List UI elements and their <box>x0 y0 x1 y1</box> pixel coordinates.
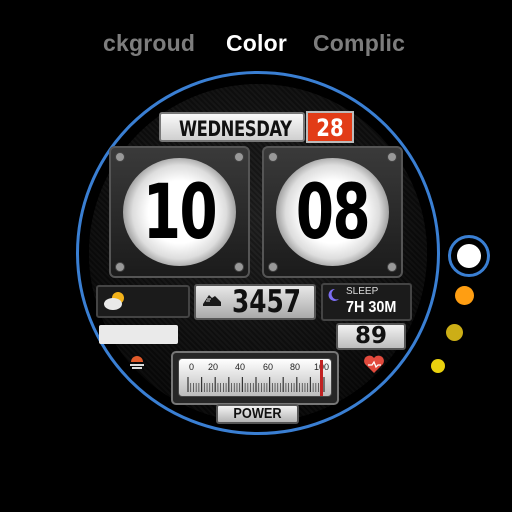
screw-icon <box>115 152 125 162</box>
color-swatch-gold[interactable] <box>446 324 463 341</box>
sleep-duration: 7H 30M <box>346 299 397 316</box>
screw-icon <box>268 152 278 162</box>
date-box: 28 <box>306 111 354 143</box>
date-number: 28 <box>316 114 344 142</box>
screw-icon <box>387 152 397 162</box>
sunset-icon <box>130 356 144 369</box>
tab-background[interactable]: ckgroud <box>103 30 195 57</box>
minute-dial: 08 <box>276 158 389 266</box>
heart-icon <box>364 355 384 373</box>
day-of-week-pill: WEDNESDAY <box>159 112 305 142</box>
heart-rate-value: 89 <box>354 323 387 349</box>
customization-tabs: ckgroud Color Complic <box>0 30 512 64</box>
screw-icon <box>115 262 125 272</box>
hour-module: 10 <box>109 146 250 278</box>
steps-count: 3457 <box>232 284 302 320</box>
gauge-ticks <box>187 377 325 392</box>
color-swatch-yellow[interactable] <box>431 359 445 373</box>
power-label: POWER <box>233 405 282 422</box>
tab-complications[interactable]: Complic <box>313 30 413 57</box>
sleep-label: SLEEP <box>346 286 379 297</box>
color-swatch-orange[interactable] <box>455 286 474 305</box>
moon-icon <box>328 288 339 301</box>
screw-icon <box>387 262 397 272</box>
minute-module: 08 <box>262 146 403 278</box>
tab-color[interactable]: Color <box>226 30 287 57</box>
power-gauge-needle <box>320 360 323 396</box>
color-swatch-white[interactable] <box>457 244 481 268</box>
minute-digits: 08 <box>295 167 371 256</box>
gauge-tick-label: 40 <box>235 362 246 372</box>
screw-icon <box>268 262 278 272</box>
hour-dial: 10 <box>123 158 236 266</box>
screw-icon <box>234 262 244 272</box>
gauge-tick-label: 80 <box>290 362 301 372</box>
weather-value-bar <box>99 325 178 344</box>
gauge-tick-label: 20 <box>208 362 219 372</box>
gauge-tick-label: 60 <box>263 362 274 372</box>
shoe-icon <box>203 295 221 306</box>
hour-digits: 10 <box>142 167 218 256</box>
partly-cloudy-icon <box>104 292 124 310</box>
day-of-week: WEDNESDAY <box>179 117 292 141</box>
gauge-tick-label: 0 <box>189 362 195 372</box>
screw-icon <box>234 152 244 162</box>
